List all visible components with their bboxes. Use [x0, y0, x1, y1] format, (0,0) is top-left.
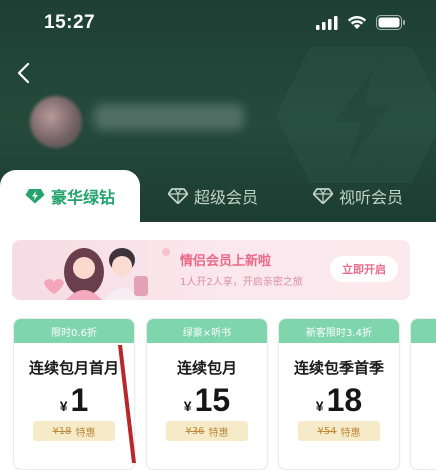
status-time: 15:27 — [44, 12, 96, 33]
avatar — [30, 96, 82, 148]
discount-label: 特惠 — [75, 427, 96, 439]
price-card-monthly[interactable]: 绿豪×听书 连续包月 ¥15 ¥36 特惠 — [146, 318, 268, 470]
cellular-signal-icon — [316, 15, 338, 30]
tab-super-member[interactable]: 超级会员 — [168, 176, 258, 216]
status-bar: 15:27 — [0, 0, 436, 46]
currency-symbol: ¥ — [183, 398, 192, 414]
card-price: ¥1 — [14, 382, 134, 419]
price-card-quarterly-first[interactable]: 新客限时3.4折 连续包季首季 ¥18 ¥54 特惠 — [278, 318, 400, 470]
card-title: 连续包月首月 — [28, 359, 119, 377]
member-header: 15:27 豪华绿钻 超级会员 视听会员 — [0, 0, 436, 222]
card-tag — [411, 319, 436, 343]
price-value: 1 — [70, 382, 89, 418]
card-title: 连续包月 — [176, 359, 237, 377]
main-content: 情侣会员上新啦 1人开2人享，开启亲密之旅 立即开启 限时0.6折 连续包月首月… — [0, 222, 436, 470]
price-value: 15 — [194, 382, 231, 418]
original-price: ¥18 — [52, 425, 72, 437]
lightning-diamond-icon — [25, 189, 45, 204]
original-price-badge: ¥36 特惠 — [166, 421, 248, 441]
battery-icon — [376, 15, 405, 30]
original-price: ¥36 — [185, 425, 205, 437]
original-price: ¥54 — [317, 425, 337, 437]
card-title: 连续包季首季 — [293, 359, 384, 377]
status-icons — [316, 15, 406, 30]
price-card-monthly-first[interactable]: 限时0.6折 连续包月首月 ¥1 ¥18 特惠 — [13, 318, 135, 470]
chevron-left-icon — [17, 62, 30, 84]
original-price-badge: ¥54 特惠 — [298, 421, 380, 441]
card-tag: 绿豪×听书 — [147, 319, 267, 343]
currency-symbol: ¥ — [315, 398, 324, 414]
card-tag: 限时0.6折 — [14, 319, 134, 343]
currency-symbol: ¥ — [59, 398, 68, 414]
open-now-button[interactable]: 立即开启 — [330, 256, 398, 282]
diamond-icon — [313, 188, 333, 204]
user-profile — [28, 92, 288, 152]
banner-subtitle: 1人开2人享，开启亲密之旅 — [180, 277, 303, 288]
card-price: ¥15 — [147, 382, 267, 419]
original-price-badge: ¥18 特惠 — [33, 421, 115, 441]
couple-illustration — [44, 248, 170, 300]
couple-member-banner[interactable]: 情侣会员上新啦 1人开2人享，开启亲密之旅 立即开启 — [12, 240, 410, 300]
tab-label: 豪华绿钻 — [50, 188, 115, 207]
discount-label: 特惠 — [340, 427, 361, 439]
username-blurred — [94, 104, 244, 130]
price-value: 18 — [326, 382, 363, 418]
annotation-arrow — [118, 345, 136, 463]
banner-title: 情侣会员上新啦 — [180, 254, 272, 269]
price-card-partial[interactable] — [410, 318, 436, 470]
diamond-icon — [168, 188, 188, 204]
wifi-icon — [347, 15, 367, 29]
tab-label: 超级会员 — [194, 188, 259, 207]
card-price: ¥18 — [279, 382, 399, 419]
tab-label: 视听会员 — [339, 188, 404, 207]
tab-audio-video-member[interactable]: 视听会员 — [313, 176, 403, 216]
back-button[interactable] — [10, 58, 36, 88]
price-cards: 限时0.6折 连续包月首月 ¥1 ¥18 特惠 绿豪×听书 连续包月 ¥15 ¥… — [0, 318, 436, 470]
card-tag: 新客限时3.4折 — [279, 319, 399, 343]
tab-luxury-green-diamond[interactable]: 豪华绿钻 — [0, 170, 140, 222]
discount-label: 特惠 — [208, 427, 229, 439]
membership-tabs: 豪华绿钻 超级会员 视听会员 — [0, 168, 436, 222]
